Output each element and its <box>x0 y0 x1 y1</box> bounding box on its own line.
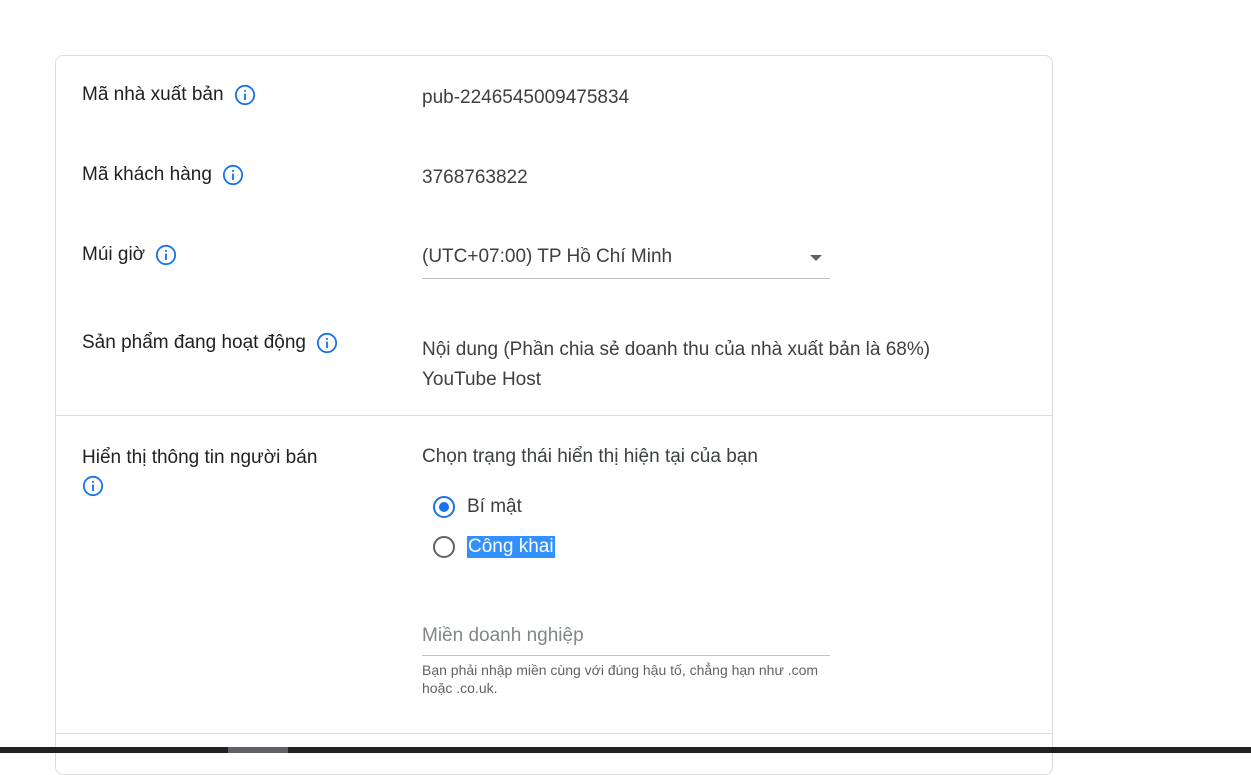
info-icon[interactable] <box>222 164 244 186</box>
active-products-label: Sản phẩm đang hoạt động <box>82 332 306 353</box>
timezone-label-row: Múi giờ <box>82 244 177 266</box>
radio-option-private[interactable]: Bí mật <box>433 496 522 518</box>
info-icon[interactable] <box>155 244 177 266</box>
business-domain-input[interactable] <box>422 616 830 655</box>
publisher-id-label-row: Mã nhà xuất bản <box>82 84 256 106</box>
active-product-youtube-host: YouTube Host <box>422 369 542 390</box>
business-domain-field[interactable] <box>422 616 830 656</box>
radio-label-private: Bí mật <box>467 496 522 517</box>
radio-option-public[interactable]: Công khai <box>433 536 555 558</box>
active-product-content: Nội dung (Phần chia sẻ doanh thu của nhà… <box>422 339 931 360</box>
active-products-value: Nội dung (Phần chia sẻ doanh thu của nhà… <box>422 335 930 395</box>
radio-label-public: Công khai <box>467 536 555 558</box>
section-divider <box>56 415 1052 416</box>
info-icon[interactable] <box>82 475 104 497</box>
timezone-select[interactable]: (UTC+07:00) TP Hồ Chí Minh <box>422 243 830 279</box>
account-info-card: Mã nhà xuất bản pub-2246545009475834 Mã … <box>55 55 1053 775</box>
publisher-id-label: Mã nhà xuất bản <box>82 84 224 105</box>
publisher-id-value: pub-2246545009475834 <box>422 87 630 108</box>
seller-info-label-row: Hiển thị thông tin người bán <box>82 443 382 507</box>
radio-button-unchecked[interactable] <box>433 536 455 558</box>
info-icon[interactable] <box>316 332 338 354</box>
seller-info-label: Hiển thị thông tin người bán <box>82 447 318 468</box>
horizontal-scrollbar[interactable] <box>0 747 1251 753</box>
dropdown-arrow-icon <box>810 255 822 261</box>
timezone-label: Múi giờ <box>82 244 146 265</box>
info-icon[interactable] <box>234 84 256 106</box>
visibility-prompt: Chọn trạng thái hiển thị hiện tại của bạ… <box>422 446 758 467</box>
scrollbar-thumb[interactable] <box>228 747 288 753</box>
section-divider-bottom <box>56 733 1052 734</box>
timezone-selected-value: (UTC+07:00) TP Hồ Chí Minh <box>422 246 673 267</box>
business-domain-hint: Bạn phải nhập miền cùng với đúng hậu tố,… <box>422 662 819 696</box>
customer-id-label: Mã khách hàng <box>82 164 212 185</box>
radio-button-checked[interactable] <box>433 496 455 518</box>
active-products-label-row: Sản phẩm đang hoạt động <box>82 332 338 354</box>
customer-id-label-row: Mã khách hàng <box>82 164 244 186</box>
customer-id-value: 3768763822 <box>422 167 528 188</box>
